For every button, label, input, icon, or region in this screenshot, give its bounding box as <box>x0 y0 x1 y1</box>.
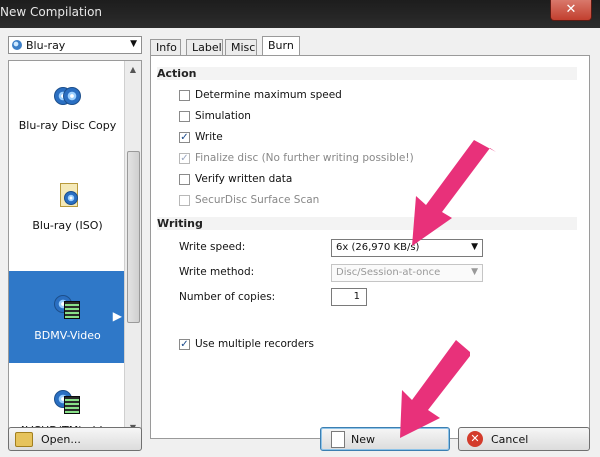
write-method-label: Write method: <box>179 266 255 278</box>
check-icon[interactable]: ✓ <box>179 132 190 143</box>
write-speed-value: 6x (26,970 KB/s) <box>336 242 420 253</box>
category-value: Blu-ray <box>26 39 66 52</box>
checkbox-box[interactable] <box>179 90 190 101</box>
list-item-label: BDMV-Video <box>34 329 101 342</box>
compilation-type-list: Blu-ray Disc Copy Blu-ray (ISO) BDMV-Vid… <box>8 60 142 438</box>
tab-misc[interactable]: Misc <box>225 39 257 55</box>
cancel-button[interactable]: ✕ Cancel <box>458 427 590 451</box>
burn-tab-panel: Action Determine maximum speed Simulatio… <box>150 55 590 439</box>
checkbox-label: Write <box>195 131 223 143</box>
copies-input[interactable]: 1 <box>331 288 367 306</box>
action-section-header: Action <box>157 67 577 80</box>
check-icon[interactable]: ✓ <box>179 339 190 350</box>
new-button-label: New <box>351 433 375 446</box>
dialog-body: Blu-ray ▼ Blu-ray Disc Copy Blu-ray (ISO… <box>0 28 600 457</box>
copies-value: 1 <box>353 291 360 302</box>
checkbox-label: Finalize disc (No further writing possib… <box>195 152 414 164</box>
write-speed-label: Write speed: <box>179 241 246 253</box>
write-method-value: Disc/Session-at-once <box>336 267 441 278</box>
new-button[interactable]: New <box>320 427 450 451</box>
chevron-down-icon: ▼ <box>471 242 478 252</box>
close-icon: ✕ <box>565 2 577 17</box>
category-dropdown[interactable]: Blu-ray ▼ <box>8 36 142 54</box>
list-item-bluray-disc-copy[interactable]: Blu-ray Disc Copy <box>9 61 126 153</box>
open-button[interactable]: Open... <box>8 427 142 451</box>
checkbox-box <box>179 195 190 206</box>
window-title: New Compilation <box>0 5 103 19</box>
checkbox-label: Simulation <box>195 110 251 122</box>
title-bar: New Compilation ✕ <box>0 0 600 28</box>
write-method-dropdown: Disc/Session-at-once ▼ <box>331 264 483 282</box>
scroll-up-icon[interactable]: ▲ <box>125 63 141 77</box>
bluray-disc-icon <box>12 40 22 50</box>
write-speed-dropdown[interactable]: 6x (26,970 KB/s) ▼ <box>331 239 483 257</box>
chevron-down-icon: ▼ <box>130 39 137 49</box>
folder-icon <box>15 432 33 447</box>
cancel-icon: ✕ <box>467 431 483 447</box>
list-item-bluray-iso[interactable]: Blu-ray (ISO) <box>9 161 126 253</box>
open-button-label: Open... <box>41 433 81 446</box>
writing-section-header: Writing <box>157 217 577 230</box>
new-file-icon <box>331 431 345 448</box>
checkbox-label: Use multiple recorders <box>195 338 314 350</box>
tab-info[interactable]: Info <box>150 39 181 55</box>
checkbox-label: Determine maximum speed <box>195 89 342 101</box>
check-icon: ✓ <box>179 153 190 164</box>
tab-label[interactable]: Label <box>186 39 223 55</box>
list-item-label: Blu-ray (ISO) <box>32 219 103 232</box>
cancel-button-label: Cancel <box>491 433 529 446</box>
close-button[interactable]: ✕ <box>550 0 592 21</box>
disc-copy-icon <box>54 81 82 109</box>
chevron-down-icon: ▼ <box>471 267 478 277</box>
list-item-label: Blu-ray Disc Copy <box>18 119 117 132</box>
list-scrollbar[interactable]: ▲ ▼ <box>124 61 141 437</box>
iso-file-icon <box>54 181 82 209</box>
checkbox-label: SecurDisc Surface Scan <box>195 194 320 206</box>
copies-label: Number of copies: <box>179 291 276 303</box>
scroll-thumb[interactable] <box>127 151 140 323</box>
avchd-video-icon <box>54 386 82 414</box>
bdmv-video-icon <box>54 291 82 319</box>
tab-burn[interactable]: Burn <box>262 36 300 56</box>
chevron-right-icon: ▶ <box>112 309 122 323</box>
checkbox-box[interactable] <box>179 111 190 122</box>
checkbox-box[interactable] <box>179 174 190 185</box>
checkbox-label: Verify written data <box>195 173 293 185</box>
list-item-bdmv-video[interactable]: BDMV-Video ▶ <box>9 271 126 363</box>
